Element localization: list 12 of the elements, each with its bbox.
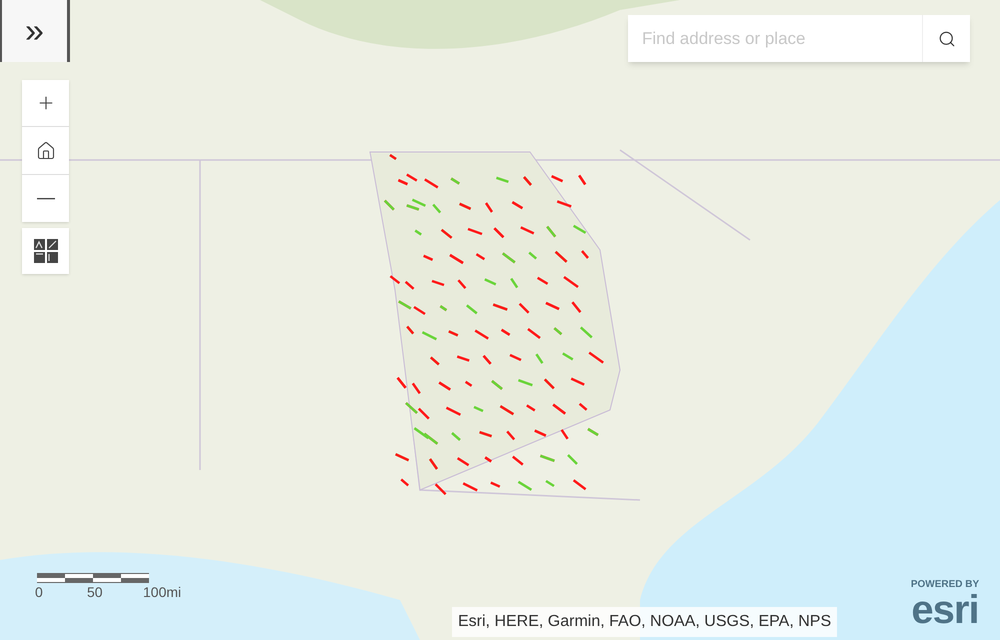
scale-label: 50: [87, 585, 103, 599]
search-icon: [938, 30, 956, 48]
home-icon: [36, 140, 56, 160]
search-button[interactable]: [922, 15, 970, 62]
attribution-text: Esri, HERE, Garmin, FAO, NOAA, USGS, EPA, NPS: [452, 607, 838, 637]
basemap-gallery-button[interactable]: [22, 228, 69, 274]
grid-icon: [32, 238, 58, 264]
scale-label: 0: [35, 585, 43, 599]
logo-wordmark: esri: [911, 590, 979, 630]
scale-label: 100mi: [143, 585, 182, 599]
logo-tagline: POWERED BY: [910, 580, 980, 590]
minus-icon: [36, 198, 54, 200]
